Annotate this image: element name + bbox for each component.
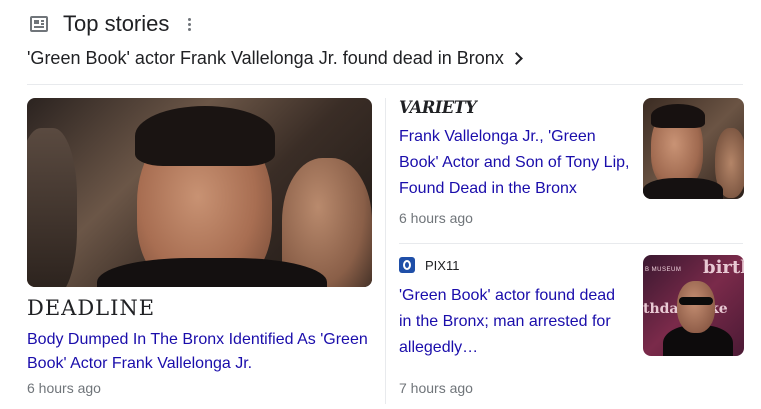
story-headline[interactable]: Frank Vallelonga Jr., 'Green Book' Actor… [399, 124, 631, 202]
more-vert-icon[interactable] [187, 17, 191, 31]
story-timestamp: 6 hours ago [399, 210, 473, 226]
story-timestamp: 6 hours ago [27, 380, 101, 396]
source-name: PIX11 [425, 257, 460, 273]
story-thumbnail[interactable]: B MUSEUM birthd thday cake [643, 255, 744, 356]
thumbnail-text: B MUSEUM [645, 267, 682, 273]
top-stories-header: Top stories [30, 10, 191, 38]
thumbnail-text: birthd [703, 257, 744, 278]
top-story-link[interactable]: 'Green Book' actor Frank Vallelonga Jr. … [27, 45, 523, 71]
divider [399, 243, 743, 244]
divider [385, 98, 386, 404]
top-story-text: 'Green Book' actor Frank Vallelonga Jr. … [27, 47, 504, 68]
chevron-right-icon [509, 52, 523, 65]
story-timestamp: 7 hours ago [399, 380, 473, 396]
story-thumbnail[interactable] [643, 98, 744, 199]
section-title: Top stories [63, 11, 170, 36]
source-logo-variety: VARIETY [399, 98, 477, 118]
source-logo-deadline: DEADLINE [27, 296, 156, 320]
newspaper-icon [30, 16, 48, 32]
source-row-pix11: PIX11 [399, 256, 459, 274]
pix11-logo-icon [399, 257, 415, 273]
story-thumbnail[interactable] [27, 98, 372, 287]
story-headline[interactable]: 'Green Book' actor found dead in the Bro… [399, 283, 631, 361]
divider [27, 84, 743, 85]
story-headline[interactable]: Body Dumped In The Bronx Identified As '… [27, 328, 372, 376]
